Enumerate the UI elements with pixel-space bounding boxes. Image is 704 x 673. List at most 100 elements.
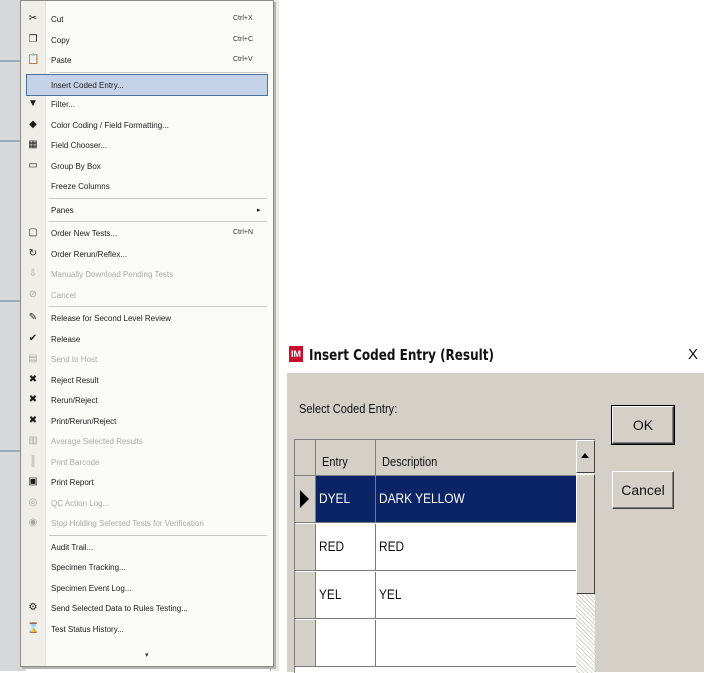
release-icon: ✔: [28, 332, 38, 344]
scrollbar-thumb[interactable]: [576, 474, 595, 594]
menu-item-send-to-host[interactable]: ▤ Send to Host: [21, 349, 273, 369]
menu-item-label: Cancel: [51, 290, 76, 300]
menu-separator: [49, 534, 267, 536]
menu-item-freeze-columns[interactable]: Freeze Columns: [21, 176, 273, 196]
menu-item-label: Send to Host: [51, 355, 98, 364]
menu-item-label: Order New Tests...: [51, 229, 118, 238]
menu-item-label: Specimen Tracking...: [51, 563, 126, 572]
menu-item-manually-download-pending-tests[interactable]: ⇩ Manually Download Pending Tests: [21, 264, 273, 284]
menu-item-order-new-tests[interactable]: ▢ Order New Tests... Ctrl+N: [21, 223, 273, 243]
cell-description[interactable]: DARK YELLOW: [376, 476, 577, 523]
menu-item-filter[interactable]: ▼ Filter...: [21, 94, 273, 114]
menu-item-print-report[interactable]: ▣ Print Report: [21, 472, 273, 492]
menu-item-label: Manually Download Pending Tests: [51, 270, 174, 279]
order-new-tests-icon: ▢: [28, 227, 38, 238]
menu-item-label: Print Barcode: [51, 457, 100, 467]
menu-item-label: Reject Result: [51, 375, 99, 385]
cell-entry[interactable]: YEL: [316, 572, 376, 619]
rules-testing-icon: ⚙: [28, 602, 38, 613]
menu-item-field-chooser[interactable]: ▦ Field Chooser...: [21, 135, 273, 155]
menu-item-rerun-reject[interactable]: ✖ Rerun/Reject: [21, 390, 273, 410]
rerun-reject-icon: ✖: [28, 394, 38, 405]
release-second-review-icon: ✎: [28, 312, 38, 323]
menu-item-stop-holding-selected-tests-for-verification[interactable]: ◉ Stop Holding Selected Tests for Verific…: [21, 513, 273, 533]
menu-item-specimen-event-log[interactable]: Specimen Event Log...: [21, 578, 273, 598]
row-selector[interactable]: [295, 476, 316, 523]
submenu-arrow-icon: ▸: [257, 206, 261, 214]
row-selector[interactable]: [295, 620, 316, 667]
menu-item-label: Rerun/Reject: [51, 396, 98, 405]
menu-item-label: Filter...: [51, 100, 76, 109]
stop-holding-icon: ◉: [28, 517, 38, 528]
column-header-entry[interactable]: Entry: [316, 440, 376, 476]
menu-item-shortcut: Ctrl+C: [233, 35, 254, 43]
print-report-icon: ▣: [28, 476, 38, 487]
copy-icon: ❐: [28, 33, 38, 45]
menu-item-send-selected-data-to-rules-testing[interactable]: ⚙ Send Selected Data to Rules Testing...: [21, 598, 273, 618]
cell-description[interactable]: YEL: [376, 572, 577, 619]
order-rerun-icon: ↻: [28, 247, 38, 259]
menu-item-release[interactable]: ✔ Release: [21, 329, 273, 349]
menu-item-paste[interactable]: 📋 Paste Ctrl+V: [21, 50, 273, 70]
table-row[interactable]: [295, 620, 577, 667]
menu-item-panes[interactable]: Panes ▸: [21, 200, 273, 220]
menu-item-label: Panes: [51, 205, 74, 215]
cell-entry[interactable]: [316, 620, 376, 667]
menu-item-order-rerun-reflex[interactable]: ↻ Order Rerun/Reflex...: [21, 244, 273, 264]
cell-description[interactable]: [376, 620, 577, 667]
menu-item-label: Print/Rerun/Reject: [51, 416, 117, 426]
menu-item-label: Stop Holding Selected Tests for Verifica…: [51, 519, 204, 528]
menu-item-audit-trail[interactable]: Audit Trail...: [21, 537, 273, 557]
dialog-titlebar: IM Insert Coded Entry (Result) X: [287, 336, 704, 373]
column-header-label: Entry: [322, 454, 348, 469]
menu-item-specimen-tracking[interactable]: Specimen Tracking...: [21, 557, 273, 577]
cancel-icon: ⊘: [28, 288, 38, 300]
test-status-history-icon: ⌛: [27, 622, 40, 634]
menu-item-color-coding-field-formatting[interactable]: ◆ Color Coding / Field Formatting...: [21, 115, 273, 135]
color-coding-icon: ◆: [29, 118, 37, 130]
menu-separator: [49, 197, 267, 199]
table-row[interactable]: DYEL DARK YELLOW: [295, 476, 577, 523]
menu-item-label: Cut: [51, 15, 64, 24]
menu-item-cancel[interactable]: ⊘ Cancel: [21, 285, 273, 305]
column-header-label: Description: [382, 454, 438, 469]
menu-item-copy[interactable]: ❐ Copy Ctrl+C: [21, 30, 273, 50]
scroll-up-button[interactable]: [576, 440, 595, 473]
send-to-host-icon: ▤: [28, 353, 38, 364]
table-row[interactable]: RED RED: [295, 524, 577, 571]
menu-item-insert-coded-entry[interactable]: Insert Coded Entry...: [26, 73, 268, 96]
app-logo-icon: IM: [289, 346, 303, 362]
download-icon: ⇩: [28, 268, 38, 279]
menu-scroll-down-icon[interactable]: ▾: [145, 651, 149, 659]
row-selector[interactable]: [295, 572, 316, 619]
menu-separator: [49, 71, 267, 73]
field-chooser-icon: ▦: [28, 139, 38, 150]
cancel-button[interactable]: Cancel: [612, 471, 674, 509]
menu-item-average-selected-results[interactable]: ▥ Average Selected Results: [21, 431, 273, 451]
menu-item-print-rerun-reject[interactable]: ✖ Print/Rerun/Reject: [21, 411, 273, 431]
menu-item-label: Print Report: [51, 478, 94, 487]
menu-item-qc-action-log[interactable]: ◎ QC Action Log...: [21, 493, 273, 513]
menu-item-print-barcode[interactable]: ║ Print Barcode: [21, 452, 273, 472]
menu-item-label: Specimen Event Log...: [51, 583, 132, 593]
ok-button[interactable]: OK: [611, 405, 675, 445]
menu-item-test-status-history[interactable]: ⌛ Test Status History...: [21, 619, 273, 639]
menu-item-label: QC Action Log...: [51, 498, 110, 508]
menu-item-label: Freeze Columns: [51, 182, 110, 191]
cell-description-text: DARK YELLOW: [379, 490, 465, 506]
close-button[interactable]: X: [683, 346, 703, 364]
paste-icon: 📋: [27, 54, 40, 65]
row-selector[interactable]: [295, 524, 316, 571]
menu-item-group-by-box[interactable]: ▭ Group By Box: [21, 156, 273, 176]
menu-item-release-for-second-level-review[interactable]: ✎ Release for Second Level Review: [21, 308, 273, 328]
table-row[interactable]: YEL YEL: [295, 572, 577, 619]
cell-entry[interactable]: DYEL: [316, 476, 376, 523]
menu-item-reject-result[interactable]: ✖ Reject Result: [21, 370, 273, 390]
cell-description[interactable]: RED: [376, 524, 577, 571]
grid-vertical-scrollbar[interactable]: [576, 440, 595, 673]
column-header-description[interactable]: Description: [376, 440, 577, 476]
cell-entry[interactable]: RED: [316, 524, 376, 571]
menu-item-label: Field Chooser...: [51, 141, 108, 150]
menu-item-label: Release for Second Level Review: [51, 314, 172, 323]
menu-item-cut[interactable]: ✂ Cut Ctrl+X: [21, 9, 273, 29]
